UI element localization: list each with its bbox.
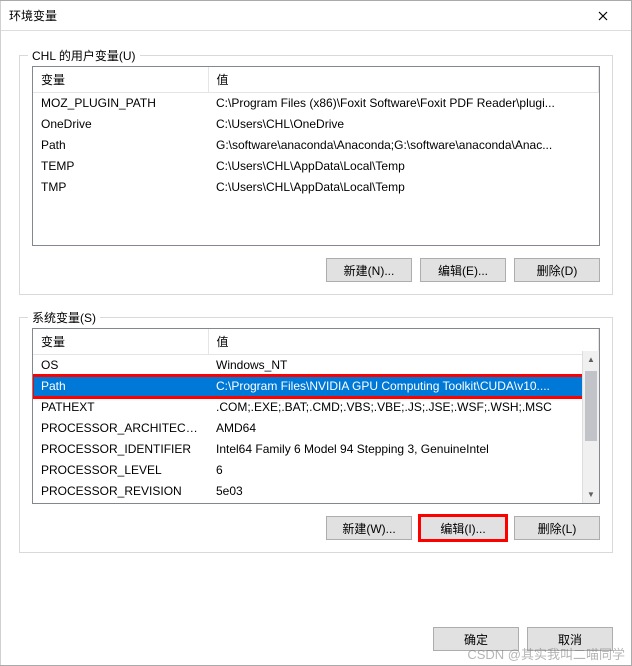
system-vars-label: 系统变量(S) [28, 309, 100, 326]
close-icon [598, 11, 608, 21]
cell-var: OS [33, 355, 208, 376]
cell-val: AMD64 [208, 418, 599, 439]
scroll-up-icon[interactable]: ▲ [583, 351, 599, 368]
scrollbar-vertical[interactable]: ▲ ▼ [582, 351, 599, 503]
scroll-down-icon[interactable]: ▼ [583, 486, 599, 503]
system-vars-buttons: 新建(W)... 编辑(I)... 删除(L) [32, 516, 600, 540]
user-vars-table[interactable]: 变量 值 MOZ_PLUGIN_PATHC:\Program Files (x8… [32, 66, 600, 246]
cell-val: C:\Program Files\NVIDIA GPU Computing To… [208, 376, 599, 397]
cell-val: G:\software\anaconda\Anaconda;G:\softwar… [208, 135, 599, 156]
cell-val: C:\Users\CHL\AppData\Local\Temp [208, 177, 599, 198]
env-vars-dialog: 环境变量 CHL 的用户变量(U) 变量 值 MOZ_PLUGIN_PATHC:… [0, 0, 632, 666]
user-edit-button[interactable]: 编辑(E)... [420, 258, 506, 282]
window-title: 环境变量 [9, 7, 583, 24]
table-row[interactable]: OneDriveC:\Users\CHL\OneDrive [33, 114, 599, 135]
table-row[interactable]: PathG:\software\anaconda\Anaconda;G:\sof… [33, 135, 599, 156]
cell-var: TEMP [33, 156, 208, 177]
table-row[interactable]: PROCESSOR_REVISION5e03 [33, 481, 599, 502]
cell-var: PROCESSOR_LEVEL [33, 460, 208, 481]
user-delete-button[interactable]: 删除(D) [514, 258, 600, 282]
table-row[interactable]: TEMPC:\Users\CHL\AppData\Local\Temp [33, 156, 599, 177]
system-new-button[interactable]: 新建(W)... [326, 516, 412, 540]
cell-var: TMP [33, 177, 208, 198]
table-row[interactable]: PathC:\Program Files\NVIDIA GPU Computin… [33, 376, 599, 397]
table-row[interactable]: PROCESSOR_ARCHITECT...AMD64 [33, 418, 599, 439]
system-vars-table[interactable]: 变量 值 OSWindows_NTPathC:\Program Files\NV… [32, 328, 600, 504]
cell-var: PATHEXT [33, 397, 208, 418]
user-vars-group: CHL 的用户变量(U) 变量 值 MOZ_PLUGIN_PATHC:\Prog… [19, 55, 613, 295]
table-row[interactable]: OSWindows_NT [33, 355, 599, 376]
col-header-val[interactable]: 值 [208, 67, 599, 93]
user-vars-buttons: 新建(N)... 编辑(E)... 删除(D) [32, 258, 600, 282]
cell-val: C:\Users\CHL\AppData\Local\Temp [208, 156, 599, 177]
window-edge [0, 1, 1, 665]
cell-var: OneDrive [33, 114, 208, 135]
ok-button[interactable]: 确定 [433, 627, 519, 651]
user-new-button[interactable]: 新建(N)... [326, 258, 412, 282]
scroll-thumb[interactable] [585, 371, 597, 441]
cell-var: PROCESSOR_IDENTIFIER [33, 439, 208, 460]
system-vars-group: 系统变量(S) 变量 值 OSWindows_NTPathC:\Program … [19, 317, 613, 553]
table-row[interactable]: PATHEXT.COM;.EXE;.BAT;.CMD;.VBS;.VBE;.JS… [33, 397, 599, 418]
col-header-val[interactable]: 值 [208, 329, 599, 355]
cell-val: 6 [208, 460, 599, 481]
user-vars-label: CHL 的用户变量(U) [28, 47, 140, 64]
cell-val: 5e03 [208, 481, 599, 502]
system-delete-button[interactable]: 删除(L) [514, 516, 600, 540]
titlebar: 环境变量 [1, 1, 631, 31]
cell-val: Windows_NT [208, 355, 599, 376]
col-header-var[interactable]: 变量 [33, 329, 208, 355]
close-button[interactable] [583, 2, 623, 30]
cell-var: Path [33, 376, 208, 397]
col-header-var[interactable]: 变量 [33, 67, 208, 93]
cell-val: .COM;.EXE;.BAT;.CMD;.VBS;.VBE;.JS;.JSE;.… [208, 397, 599, 418]
cancel-button[interactable]: 取消 [527, 627, 613, 651]
cell-val: C:\Users\CHL\OneDrive [208, 114, 599, 135]
table-row[interactable]: TMPC:\Users\CHL\AppData\Local\Temp [33, 177, 599, 198]
table-row[interactable]: PROCESSOR_IDENTIFIERIntel64 Family 6 Mod… [33, 439, 599, 460]
cell-var: Path [33, 135, 208, 156]
cell-var: PROCESSOR_ARCHITECT... [33, 418, 208, 439]
system-edit-button[interactable]: 编辑(I)... [420, 516, 506, 540]
table-row[interactable]: MOZ_PLUGIN_PATHC:\Program Files (x86)\Fo… [33, 93, 599, 114]
table-row[interactable]: PROCESSOR_LEVEL6 [33, 460, 599, 481]
cell-var: MOZ_PLUGIN_PATH [33, 93, 208, 114]
cell-val: C:\Program Files (x86)\Foxit Software\Fo… [208, 93, 599, 114]
dialog-buttons: 确定 取消 [1, 619, 631, 665]
content-area: CHL 的用户变量(U) 变量 值 MOZ_PLUGIN_PATHC:\Prog… [1, 31, 631, 619]
cell-var: PROCESSOR_REVISION [33, 481, 208, 502]
cell-val: Intel64 Family 6 Model 94 Stepping 3, Ge… [208, 439, 599, 460]
